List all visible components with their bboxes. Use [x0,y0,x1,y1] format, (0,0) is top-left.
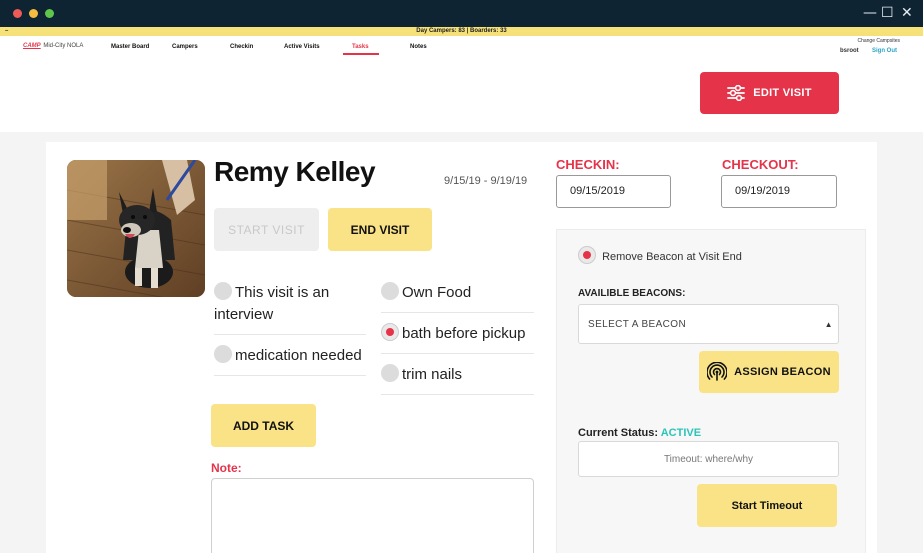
task-item[interactable]: This visit is an interview [214,282,364,326]
task-label: Own Food [402,284,472,301]
close-icon[interactable]: ✕ [901,5,913,21]
edit-visit-button[interactable]: EDIT VISIT [700,72,839,114]
checkout-label: CHECKOUT: [722,157,799,172]
visit-date-range: 9/15/19 - 9/19/19 [444,175,528,187]
task-radio-icon[interactable] [214,345,232,364]
remove-beacon-option[interactable]: Remove Beacon at Visit End [578,246,742,266]
status-label: Current Status: [578,427,659,439]
minimize-icon[interactable]: — [863,5,877,21]
maximize-icon[interactable]: ☐ [881,5,894,21]
active-tab-underline [343,53,379,55]
top-navigation: CAMP Mid-City NOLA Master Board Campers … [0,36,923,132]
available-beacons-label: AVAILIBLE BEACONS: [578,288,686,299]
checkin-label: CHECKIN: [556,157,620,172]
sliders-icon [727,85,746,101]
task-item[interactable]: medication needed [214,345,374,367]
add-task-button[interactable]: ADD TASK [211,404,316,447]
sign-out-link[interactable]: Sign Out [872,48,897,54]
logo-location: Mid-City NOLA [43,43,84,49]
camper-photo [67,160,205,297]
nav-notes[interactable]: Notes [410,44,427,50]
task-radio-icon[interactable] [381,364,399,383]
nav-campers[interactable]: Campers [172,44,198,50]
checkout-date-input[interactable]: 09/19/2019 [721,175,837,208]
infobar-mark: – [5,28,9,34]
username: bsroot [840,48,859,54]
task-divider [214,334,366,335]
status-badge: ACTIVE [660,427,702,439]
camper-name: Remy Kelley [214,156,376,187]
task-label: medication needed [235,347,362,364]
logo-brand: CAMP [23,43,41,49]
signal-icon [707,362,728,381]
task-radio-icon[interactable] [381,282,399,301]
task-radio-selected-icon[interactable] [381,323,399,342]
task-item[interactable]: bath before pickup [381,323,536,345]
start-timeout-button[interactable]: Start Timeout [697,484,837,527]
assign-beacon-button[interactable]: ASSIGN BEACON [699,351,839,393]
logo[interactable]: CAMP Mid-City NOLA [23,43,83,49]
beacon-select-value: SELECT A BEACON [588,319,687,330]
change-campsites-link[interactable]: Change Campsites [857,38,900,44]
nav-tasks[interactable]: Tasks [352,44,369,50]
task-item[interactable]: trim nails [381,364,536,386]
beacon-select[interactable]: SELECT A BEACON ▲▼ [578,304,839,369]
task-divider [214,375,366,376]
camper-count-bar: – Day Campers: 83 | Boarders: 33 [0,27,923,36]
checkin-date-input[interactable]: 09/15/2019 [556,175,671,208]
note-label: Note: [211,461,242,475]
task-radio-icon[interactable] [214,282,232,301]
timeout-input[interactable]: Timeout: where/why [578,441,839,477]
task-item[interactable]: Own Food [381,282,536,304]
assign-beacon-label: ASSIGN BEACON [734,366,831,378]
nav-active-visits[interactable]: Active Visits [284,44,320,50]
task-divider [381,394,534,395]
remove-beacon-label: Remove Beacon at Visit End [602,251,742,263]
end-visit-button[interactable]: END VISIT [328,208,432,251]
edit-visit-label: EDIT VISIT [753,87,812,99]
window-titlebar: — ☐ ✕ [0,0,923,27]
camper-count-text: Day Campers: 83 | Boarders: 33 [416,28,507,34]
remove-beacon-radio-selected-icon[interactable] [578,246,596,265]
minimize-window-dot[interactable] [29,9,38,18]
task-label: bath before pickup [402,325,526,342]
task-label: trim nails [402,366,463,383]
close-window-dot[interactable] [13,9,22,18]
task-divider [381,353,534,354]
note-textarea[interactable] [211,478,534,553]
zoom-window-dot[interactable] [45,9,54,18]
nav-master-board[interactable]: Master Board [111,44,149,50]
nav-checkin[interactable]: Checkin [230,44,253,50]
start-visit-button[interactable]: START VISIT [214,208,319,251]
current-status: Current Status: ACTIVE [578,427,701,439]
task-divider [381,312,534,313]
